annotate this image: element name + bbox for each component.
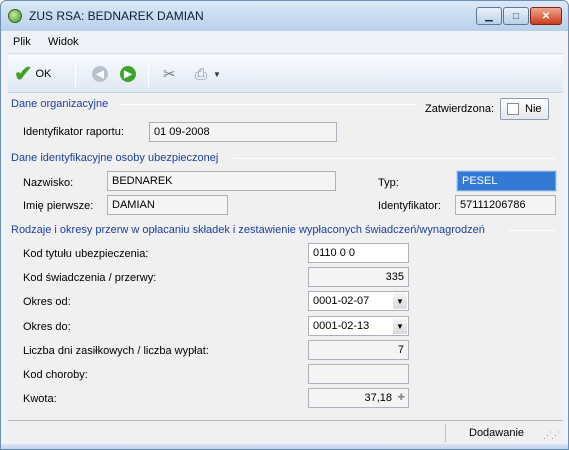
menu-widok[interactable]: Widok: [48, 36, 79, 48]
identifier-label: Identyfikator:: [378, 200, 441, 212]
resize-grip-icon[interactable]: ⋰⋰: [543, 430, 560, 441]
section-divider: [121, 104, 416, 105]
type-field[interactable]: PESEL: [456, 170, 557, 192]
insurance-code-field[interactable]: 0110 0 0: [308, 243, 409, 263]
close-icon: ✕: [541, 10, 551, 22]
ok-button-label: OK: [35, 68, 52, 80]
tools-button[interactable]: ✂: [163, 61, 176, 87]
plus-icon[interactable]: ✚: [397, 392, 405, 403]
amount-field[interactable]: 37,18 ✚: [308, 388, 409, 408]
approved-value: Nie: [525, 103, 542, 115]
amount-label: Kwota:: [23, 393, 57, 405]
amount-value: 37,18: [364, 392, 392, 404]
minimize-button[interactable]: ▁: [476, 7, 502, 25]
surname-field[interactable]: BEDNAREK: [107, 171, 336, 191]
report-id-field[interactable]: 01 09-2008: [149, 122, 337, 142]
main-window: ZUS RSA: BEDNAREK DAMIAN ▁ □ ✕ Plik Wido…: [0, 0, 569, 450]
period-from-dropdown[interactable]: 0001-02-07 ▼: [308, 291, 409, 311]
chevron-down-icon[interactable]: ▼: [393, 293, 407, 309]
maximize-button[interactable]: □: [503, 7, 529, 25]
ok-button[interactable]: ✔ OK: [14, 61, 51, 87]
window-bottom-border: [1, 444, 568, 449]
period-to-label: Okres do:: [23, 321, 71, 333]
period-from-label: Okres od:: [23, 296, 71, 308]
section-divider: [508, 230, 556, 231]
app-icon: [8, 9, 22, 23]
status-mode: Dodawanie: [469, 427, 525, 439]
section-title-breaks: Rodzaje i okresy przerw w opłacaniu skła…: [11, 224, 489, 236]
maximize-icon: □: [512, 10, 520, 22]
window-title: ZUS RSA: BEDNAREK DAMIAN: [29, 9, 204, 23]
benefit-code-label: Kod świadczenia / przerwy:: [23, 272, 157, 284]
surname-label: Nazwisko:: [23, 177, 74, 189]
days-label: Liczba dni zasiłkowych / liczba wypłat:: [23, 345, 209, 357]
toolbar-separator: [148, 61, 149, 87]
benefit-code-field[interactable]: 335: [308, 267, 409, 287]
chevron-down-icon[interactable]: ▼: [393, 318, 407, 334]
menu-plik[interactable]: Plik: [13, 36, 31, 48]
menu-bar: Plik Widok: [8, 32, 563, 54]
print-button[interactable]: ⎙ ▼: [195, 61, 221, 87]
section-divider: [234, 158, 556, 159]
section-title-person: Dane identyfikacyjne osoby ubezpieczonej: [11, 152, 223, 164]
close-button[interactable]: ✕: [530, 7, 562, 25]
next-button[interactable]: ▶: [120, 61, 136, 87]
status-bar: Dodawanie ⋰⋰: [8, 420, 563, 444]
checkmark-icon: ✔: [14, 61, 33, 86]
toolbar: ✔ OK ◀ ▶ ✂ ⎙ ▼: [8, 55, 563, 93]
report-id-label: Identyfikator raportu:: [23, 126, 124, 138]
title-bar: ZUS RSA: BEDNAREK DAMIAN ▁ □ ✕: [1, 1, 568, 31]
arrow-right-icon: ▶: [120, 66, 136, 82]
previous-button[interactable]: ◀: [92, 61, 108, 87]
section-title-org: Dane organizacyjne: [11, 98, 113, 110]
disease-code-field[interactable]: [308, 364, 409, 384]
period-to-value: 0001-02-13: [313, 320, 370, 332]
type-label: Typ:: [378, 177, 399, 189]
firstname-label: Imię pierwsze:: [23, 200, 94, 212]
minimize-icon: ▁: [485, 10, 493, 22]
arrow-left-icon: ◀: [92, 66, 108, 82]
printer-icon: ⎙: [195, 65, 208, 83]
toolbar-separator: [75, 61, 76, 87]
firstname-field[interactable]: DAMIAN: [107, 195, 228, 215]
period-from-value: 0001-02-07: [313, 295, 370, 307]
checkbox-icon: [507, 103, 519, 115]
form-content: Dane organizacyjne Zatwierdzona: Nie Ide…: [8, 94, 563, 420]
insurance-code-label: Kod tytułu ubezpieczenia:: [23, 248, 149, 260]
approved-label: Zatwierdzona:: [425, 103, 495, 115]
disease-code-label: Kod choroby:: [23, 369, 88, 381]
status-separator: [445, 424, 446, 442]
approved-toggle[interactable]: Nie: [500, 98, 549, 120]
identifier-field[interactable]: 57111206786: [455, 195, 556, 215]
days-field[interactable]: 7: [308, 340, 409, 360]
chevron-down-icon: ▼: [213, 69, 221, 79]
period-to-dropdown[interactable]: 0001-02-13 ▼: [308, 316, 409, 336]
tools-icon: ✂: [163, 66, 176, 83]
